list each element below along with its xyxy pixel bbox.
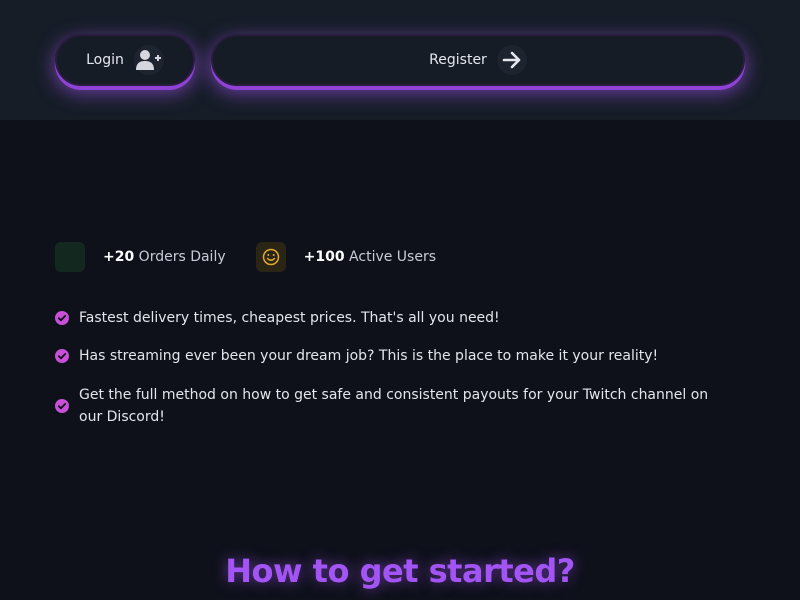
register-label: Register — [429, 52, 487, 68]
feature-item: Has streaming ever been your dream job? … — [55, 345, 658, 367]
stat-orders: +20 Orders Daily — [55, 242, 226, 272]
stat-orders-value: +20 — [103, 249, 135, 265]
top-bar: Login Register — [0, 0, 800, 120]
stats-row: +20 Orders Daily +100 Active Users — [55, 242, 466, 272]
stat-users-value: +100 — [303, 249, 345, 265]
login-button[interactable]: Login — [55, 34, 195, 86]
feature-item: Fastest delivery times, cheapest prices.… — [55, 307, 500, 329]
check-circle-icon — [55, 311, 69, 325]
feature-item: Get the full method on how to get safe a… — [55, 384, 735, 428]
register-button[interactable]: Register — [211, 34, 745, 86]
stat-users: +100 Active Users — [255, 242, 437, 272]
cart-icon — [55, 242, 85, 272]
check-circle-icon — [55, 399, 69, 413]
section-title: How to get started? — [225, 552, 575, 590]
smiley-icon — [255, 242, 286, 272]
feature-text: Has streaming ever been your dream job? … — [79, 348, 659, 364]
arrow-right-icon — [496, 45, 527, 75]
feature-text: Get the full method on how to get safe a… — [79, 387, 709, 425]
feature-text: Fastest delivery times, cheapest prices.… — [79, 310, 500, 326]
user-plus-icon — [133, 45, 164, 75]
stat-orders-label: Orders Daily — [138, 249, 226, 265]
stat-users-label: Active Users — [349, 249, 437, 265]
login-label: Login — [86, 52, 124, 68]
check-circle-icon — [55, 349, 69, 363]
